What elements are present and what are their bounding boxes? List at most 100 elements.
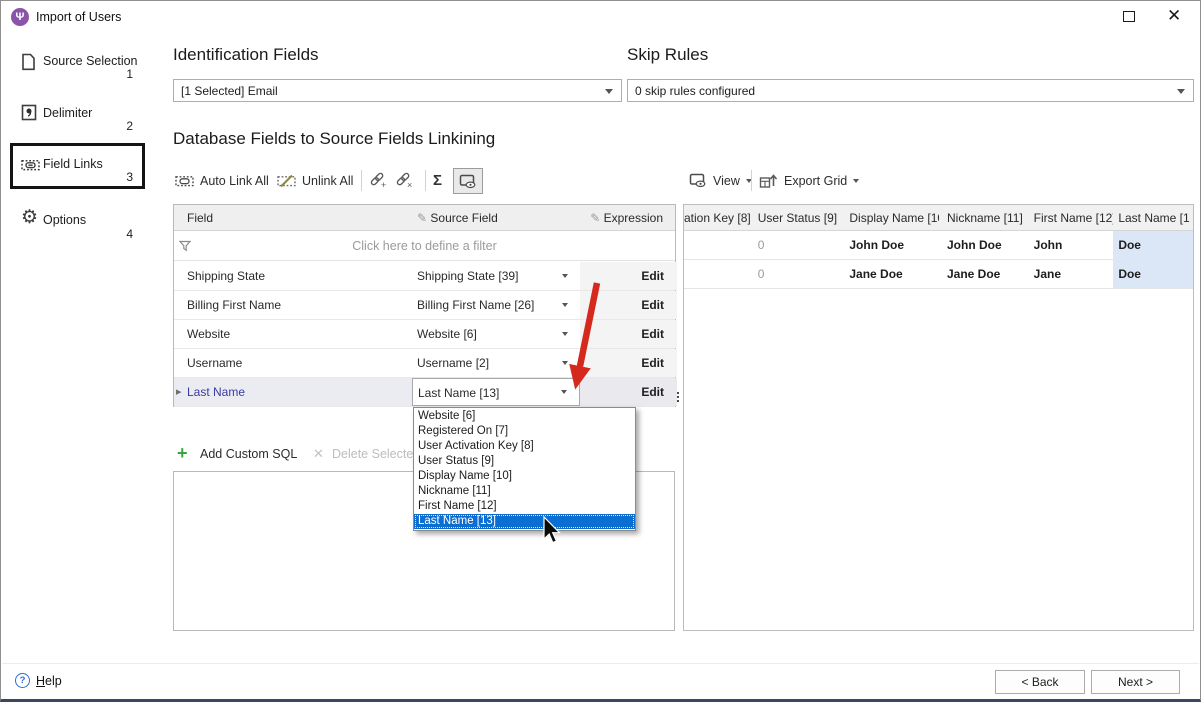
preview-grid: ation Key [8] User Status [9] Display Na…	[683, 204, 1194, 631]
dropdown-item[interactable]: Registered On [7]	[414, 424, 635, 439]
unlink-icon	[277, 174, 296, 188]
identification-fields-value: [1 Selected] Email	[181, 84, 278, 98]
column-header-expression[interactable]: ✎ Expression	[590, 211, 663, 225]
table-row[interactable]: Billing First Name Billing First Name [2…	[174, 291, 675, 320]
edit-button[interactable]: Edit	[580, 320, 677, 348]
maximize-button[interactable]	[1123, 11, 1135, 22]
column-header-source-field[interactable]: ✎ Source Field	[417, 211, 498, 225]
step-label: Source Selection	[43, 54, 138, 68]
cell-user-status: 0	[750, 267, 845, 281]
back-button[interactable]: < Back	[995, 670, 1085, 694]
column-header-field[interactable]: Field	[187, 211, 213, 225]
dropdown-item[interactable]: First Name [12]	[414, 499, 635, 514]
auto-link-all-label: Auto Link All	[200, 174, 269, 188]
dropdown-item-selected[interactable]: Last Name [13]	[414, 514, 635, 529]
window-title: Import of Users	[36, 10, 121, 24]
edit-button[interactable]: Edit	[580, 378, 677, 406]
help-icon: ?	[15, 673, 30, 688]
cell-nickname: John Doe	[939, 238, 1029, 252]
table-row[interactable]: Website Website [6] Edit	[174, 320, 675, 349]
chevron-down-icon	[562, 332, 568, 336]
dropdown-item[interactable]: Nickname [11]	[414, 484, 635, 499]
source-field-combo-open[interactable]: Last Name [13]	[412, 378, 580, 406]
dropdown-item[interactable]: Display Name [10]	[414, 469, 635, 484]
column-header[interactable]: First Name [12]	[1029, 211, 1114, 225]
toolbar-separator	[361, 170, 362, 191]
cell-display-name: Jane Doe	[844, 267, 939, 281]
close-button[interactable]: ✕	[1167, 6, 1181, 26]
import-users-window: Ψ Import of Users ✕ Source Selection 1 D…	[0, 0, 1201, 702]
column-header[interactable]: ation Key [8]	[684, 211, 750, 225]
identification-fields-combo[interactable]: [1 Selected] Email	[173, 79, 622, 102]
step-number: 3	[21, 170, 133, 184]
filter-funnel-icon	[179, 240, 191, 252]
step-number: 1	[21, 67, 133, 81]
column-header[interactable]: User Status [9]	[750, 211, 845, 225]
chevron-down-icon	[561, 390, 567, 394]
table-row[interactable]: 0 John Doe John Doe John Doe	[684, 231, 1193, 260]
export-grid-button[interactable]: Export Grid	[759, 167, 859, 194]
chevron-down-icon	[562, 274, 568, 278]
pencil-icon: ✎	[590, 211, 600, 225]
field-name: Username	[187, 356, 242, 370]
cell-first-name: John	[1029, 238, 1114, 252]
plus-icon: +	[177, 444, 188, 462]
pane-splitter-handle[interactable]	[677, 392, 679, 402]
unlink-all-button[interactable]: Unlink All	[277, 167, 353, 194]
help-link[interactable]: ? Help	[15, 673, 62, 688]
view-label: View	[713, 174, 740, 188]
source-field-combo[interactable]: Billing First Name [26]	[412, 291, 580, 319]
column-header-label: Expression	[604, 211, 663, 225]
export-grid-icon	[759, 173, 778, 189]
preview-toggle-button[interactable]	[453, 168, 483, 194]
auto-link-all-button[interactable]: Auto Link All	[175, 167, 269, 194]
edit-button[interactable]: Edit	[580, 291, 677, 319]
app-icon-glyph: Ψ	[16, 11, 25, 23]
toolbar-separator	[425, 170, 426, 191]
field-name: Billing First Name	[187, 298, 281, 312]
column-header[interactable]: Nickname [11]	[939, 211, 1029, 225]
skip-rules-heading: Skip Rules	[627, 45, 708, 65]
table-row[interactable]: Shipping State Shipping State [39] Edit	[174, 262, 675, 291]
field-name: Shipping State	[187, 269, 265, 283]
dropdown-item[interactable]: User Status [9]	[414, 454, 635, 469]
step-label: Field Links	[43, 157, 103, 171]
grid-header: Field ✎ Source Field ✎ Expression	[174, 205, 675, 231]
skip-rules-combo[interactable]: 0 skip rules configured	[627, 79, 1194, 102]
view-button[interactable]: View	[689, 167, 752, 194]
source-field-combo[interactable]: Username [2]	[412, 349, 580, 377]
column-header[interactable]: Display Name [10]	[844, 211, 939, 225]
app-icon: Ψ	[11, 8, 29, 26]
table-row-selected[interactable]: ▸ Last Name Last Name [13] Edit	[174, 378, 675, 407]
svg-text:+: +	[381, 180, 386, 189]
source-field-value: Billing First Name [26]	[417, 298, 534, 312]
dropdown-item[interactable]: User Activation Key [8]	[414, 439, 635, 454]
cell-nickname: Jane Doe	[939, 267, 1029, 281]
linking-heading: Database Fields to Source Fields Linkini…	[173, 129, 495, 149]
table-row[interactable]: 0 Jane Doe Jane Doe Jane Doe	[684, 260, 1193, 289]
row-indicator-icon: ▸	[176, 385, 182, 398]
link-x-icon: ×	[395, 172, 415, 189]
edit-button[interactable]: Edit	[580, 349, 677, 377]
help-question-glyph: ?	[20, 675, 26, 686]
expression-sigma-button[interactable]: Σ	[433, 167, 442, 194]
identification-fields-heading: Identification Fields	[173, 45, 319, 65]
column-header[interactable]: Last Name [1	[1113, 211, 1193, 225]
add-link-button[interactable]: +	[369, 167, 389, 194]
source-field-value: Last Name [13]	[418, 386, 499, 400]
footer-divider	[2, 663, 1199, 664]
column-header-label: Source Field	[430, 211, 497, 225]
source-field-combo[interactable]: Shipping State [39]	[412, 262, 580, 290]
add-custom-sql-label: Add Custom SQL	[200, 447, 297, 461]
help-label: Help	[36, 674, 62, 688]
edit-button[interactable]: Edit	[580, 262, 677, 290]
cell-last-name-highlighted: Doe	[1113, 260, 1193, 288]
table-row[interactable]: Username Username [2] Edit	[174, 349, 675, 378]
filter-row[interactable]: Click here to define a filter	[174, 231, 675, 261]
next-button[interactable]: Next >	[1091, 670, 1180, 694]
dropdown-item[interactable]: Website [6]	[414, 409, 635, 424]
preview-grid-header: ation Key [8] User Status [9] Display Na…	[684, 205, 1193, 231]
remove-link-button[interactable]: ×	[395, 167, 415, 194]
toolbar-separator	[751, 170, 752, 191]
source-field-combo[interactable]: Website [6]	[412, 320, 580, 348]
